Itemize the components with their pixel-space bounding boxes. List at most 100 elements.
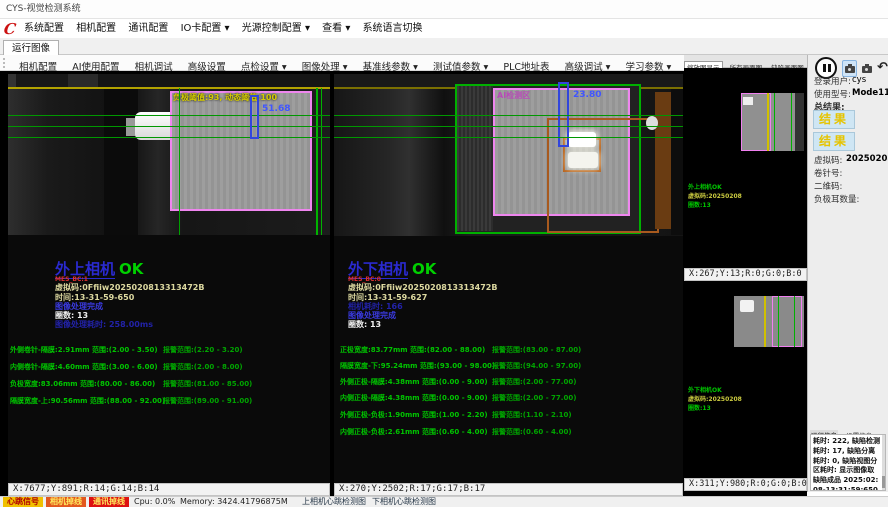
alarm-range: 报警范围:(2.00 - 8.00) <box>163 362 243 372</box>
processing-elapsed: 图像处理耗时: 258.00ms <box>55 319 153 330</box>
thumbnail-image <box>734 296 804 347</box>
measurement-row: 隔膜宽度-下:95.24mm 范围:(93.00 - 98.00) <box>340 361 495 371</box>
alarm-range: 报警范围:(2.20 - 3.20) <box>163 345 243 355</box>
pause-icon <box>828 64 831 72</box>
measurement-row: 隔膜宽度-上:90.56mm 范围:(88.00 - 92.00) <box>10 396 165 406</box>
machinery-column <box>104 89 138 235</box>
blue-measure-value: 23.80 <box>573 90 601 100</box>
right-panel: ↶ 登录用户: cys 使用型号: Mode11 总结果: 结果 结果 虚拟码:… <box>807 55 888 492</box>
heartbeat-badge: 心跳信号 <box>3 497 43 507</box>
measurement-row: 内侧正极-负极:2.61mm 范围:(0.60 - 4.00) <box>340 427 488 437</box>
login-user-label: 登录用户: <box>814 75 851 87</box>
thumb-overlay-line: 外下相机OK <box>688 385 722 394</box>
green-line <box>778 296 779 347</box>
menu-item-language[interactable]: 系统语言切换 <box>363 19 423 38</box>
menu-item-view[interactable]: 查看 ▾ <box>322 19 350 38</box>
green-horizontal-line <box>8 115 330 116</box>
thumbnail-image <box>741 93 804 151</box>
measurement-row: 内侧卷针-隔膜:4.60mm 范围:(3.00 - 6.00) <box>10 362 158 372</box>
blue-measure-value: 51.68 <box>262 104 290 114</box>
machinery-column <box>655 92 671 229</box>
menu-item-comm-config[interactable]: 通讯配置 <box>128 19 168 38</box>
cpu-usage: Cpu: 0.0% <box>134 497 175 507</box>
camera-view-upper[interactable]: 负极阈值:93, 动态阈值:100 51.68 外上相机OK MES_BC:1 … <box>8 74 330 483</box>
menu-item-camera-config[interactable]: 相机配置 <box>76 19 116 38</box>
green-horizontal-line <box>334 137 683 138</box>
alarm-range: 报警范围:(1.10 - 2.10) <box>492 410 572 420</box>
roi-texture <box>457 86 493 231</box>
camera-offline-badge: 相机掉线 <box>46 497 86 507</box>
thumbnail-tabs: 缩放图显示 所有画面图 缺陷画面图 <box>684 55 807 68</box>
undo-icon: ↶ <box>877 60 888 75</box>
thumbnail-view-lower[interactable]: 外下相机OK 虚拟码:20250208 圈数:13 <box>684 281 807 478</box>
alarm-range: 报警范围:(2.00 - 77.00) <box>492 377 576 387</box>
metal-highlight <box>740 300 754 312</box>
camera-view-lower[interactable]: AI检测区 23.80 外下相机OK MES_BC:0 虚拟码:0Ffiiw20… <box>334 74 683 483</box>
yellow-line <box>764 296 766 347</box>
model-label: 使用型号: <box>814 88 851 100</box>
green-horizontal-line <box>8 137 330 138</box>
app-logo-icon: C <box>3 20 17 38</box>
tab-run-image[interactable]: 运行图像 <box>3 40 59 56</box>
coordinate-readout-upper: X:7677;Y:891;R:14;G:14;B:14 <box>8 483 330 496</box>
green-horizontal-line <box>8 126 330 127</box>
green-line <box>774 93 775 151</box>
green-vertical-line <box>316 88 318 235</box>
tab-strip: 运行图像 <box>0 38 888 55</box>
run-log-text: 耗时: 222, 缺陷检测耗时: 17, 缺陷分离耗时: 0, 缺陷视图分区耗时… <box>813 437 880 491</box>
loop-count: 圈数: 13 <box>348 319 381 330</box>
thumb-overlay-line: 圈数:13 <box>688 403 711 412</box>
green-vertical-line <box>179 88 180 235</box>
qr-code-label: 二维码: <box>814 180 842 192</box>
coordinate-readout-thumb-lower: X:311;Y:980;R:0;G:0;B:0 <box>684 478 807 491</box>
alarm-range: 报警范围:(2.00 - 77.00) <box>492 393 576 403</box>
metal-highlight <box>743 97 753 105</box>
log-scrollbar-thumb[interactable] <box>882 476 885 488</box>
camera-image-top-band <box>8 74 330 87</box>
menu-item-io-config[interactable]: IO卡配置 ▾ <box>181 19 230 38</box>
thumb-overlay-line: 外上相机OK <box>688 182 722 191</box>
memory-usage: Memory: 3424.41796875M <box>180 497 288 507</box>
pink-roi-box <box>772 296 802 347</box>
alarm-range: 报警范围:(83.00 - 87.00) <box>492 345 581 355</box>
result-badge-upper: 结果 <box>813 110 855 129</box>
alarm-range: 报警范围:(81.00 - 85.00) <box>163 379 252 389</box>
upper-camera-heartbeat-link[interactable]: 上相机心跳检测图 <box>302 497 366 507</box>
alarm-range: 报警范围:(94.00 - 97.00) <box>492 361 581 371</box>
green-vertical-line <box>321 88 322 235</box>
camera-icon <box>845 66 855 73</box>
measurement-row: 正极宽度:83.77mm 范围:(82.00 - 88.00) <box>340 345 485 355</box>
virtual-code-label: 虚拟码: <box>814 154 842 166</box>
toolbar: 相机配置 AI使用配置 相机调试 高级设置 点检设置 ▾ 图像处理 ▾ 基准线参… <box>0 55 684 71</box>
log-scrollbar[interactable] <box>882 435 885 490</box>
needle-number-label: 卷针号: <box>814 167 842 179</box>
measurement-row: 外侧卷针-隔膜:2.91mm 范围:(2.00 - 3.50) <box>10 345 158 355</box>
thumb-overlay-line: 虚拟码:20250208 <box>688 394 742 403</box>
ai-roi-label: AI检测区 <box>497 90 530 101</box>
comm-offline-badge: 通讯掉线 <box>89 497 129 507</box>
green-horizontal-line <box>334 126 683 127</box>
thumbnail-view-upper[interactable]: 外上相机OK 虚拟码:20250208 圈数:13 <box>684 68 807 268</box>
run-log-box: 耗时: 222, 缺陷检测耗时: 17, 缺陷分离耗时: 0, 缺陷视图分区耗时… <box>810 434 886 491</box>
green-line <box>791 93 792 151</box>
electrode-tab-highlight <box>568 152 598 168</box>
green-line <box>794 296 795 347</box>
pink-roi-box <box>170 91 312 211</box>
dark-edge <box>795 93 804 151</box>
menu-item-light-config[interactable]: 光源控制配置 ▾ <box>242 19 310 38</box>
metal-highlight <box>646 116 658 130</box>
lower-camera-heartbeat-link[interactable]: 下相机心跳检测图 <box>372 497 436 507</box>
alarm-range: 报警范围:(89.00 - 91.00) <box>163 396 252 406</box>
undo-button[interactable]: ↶ <box>875 59 888 76</box>
thumbnail-panel: 缩放图显示 所有画面图 缺陷画面图 外上相机OK 虚拟码:20250208 圈数… <box>684 55 807 496</box>
threshold-label: 负极阈值:93, 动态阈值:100 <box>173 92 277 103</box>
camera-status: OK <box>412 260 436 278</box>
coordinate-readout-lower: X:270;Y:2502;R:17;G:17;B:17 <box>334 483 683 496</box>
menu-item-system-config[interactable]: 系统配置 <box>24 19 64 38</box>
green-horizontal-line <box>334 115 683 116</box>
virtual-code-value: 20250208 <box>846 154 888 164</box>
window-title: CYS-视觉检测系统 <box>0 0 888 19</box>
login-user-value: cys <box>852 75 866 85</box>
thumb-overlay-line: 虚拟码:20250208 <box>688 191 742 200</box>
negative-tab-count-label: 负极耳数量: <box>814 193 859 205</box>
